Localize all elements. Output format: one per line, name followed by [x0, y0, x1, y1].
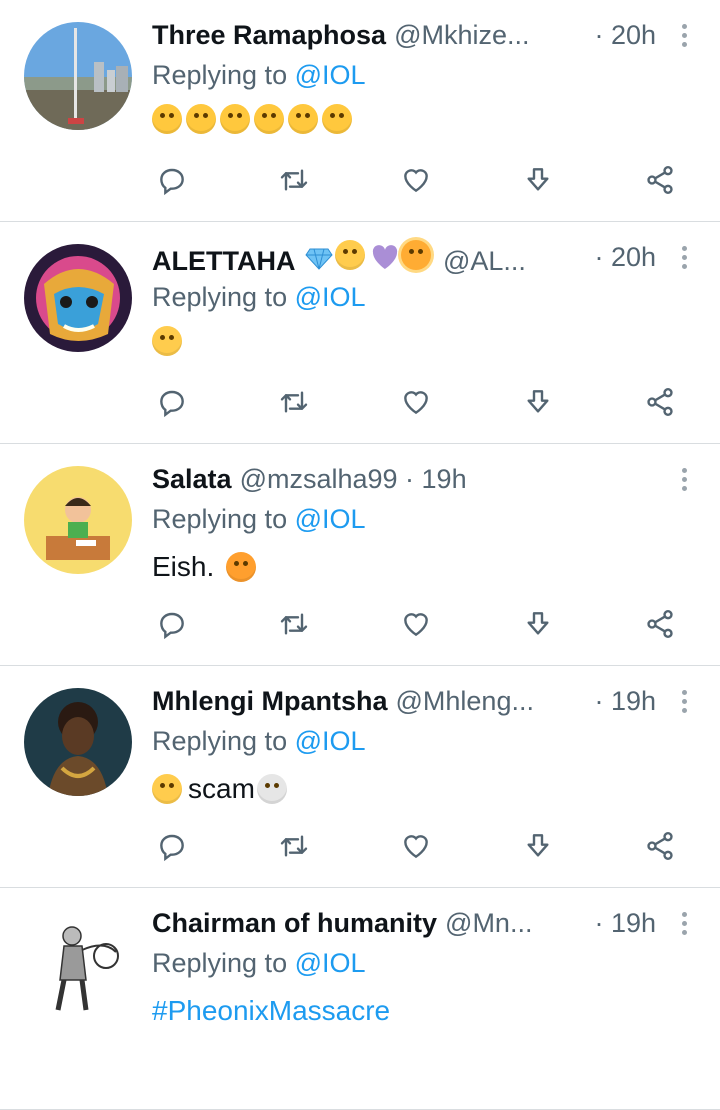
username[interactable]: @Mhleng... — [396, 686, 534, 716]
rolling-on-floor-laughing-icon — [288, 104, 318, 134]
tweet-body: scam — [152, 770, 291, 808]
tweet-actions — [152, 384, 680, 420]
retweet-icon[interactable] — [274, 606, 314, 642]
tweet[interactable]: Mhlengi Mpantsha @Mhleng... · 19h Replyin… — [0, 666, 720, 888]
tweet-body: #PheonixMassacre — [152, 992, 390, 1030]
tweet-actions — [152, 828, 680, 864]
tweet-header: ALETTAHA @AL... — [152, 240, 660, 276]
more-vertical-icon[interactable] — [676, 18, 692, 52]
more-vertical-icon[interactable] — [676, 462, 692, 496]
tweet-text: scam — [188, 773, 255, 804]
replying-to: Replying to @IOL — [152, 280, 366, 314]
avatar[interactable] — [24, 244, 132, 352]
share-icon[interactable] — [640, 606, 680, 642]
share-icon[interactable] — [640, 384, 680, 420]
tweet-body — [152, 104, 356, 134]
like-icon[interactable] — [396, 162, 436, 198]
username[interactable]: @AL... — [443, 246, 526, 276]
loudly-crying-face-icon — [152, 774, 182, 804]
display-name[interactable]: ALETTAHA — [152, 246, 295, 276]
mention-link[interactable]: @IOL — [295, 504, 366, 534]
rolling-on-floor-laughing-icon — [152, 104, 182, 134]
download-icon[interactable] — [518, 162, 558, 198]
timestamp[interactable]: · 20h — [594, 240, 656, 274]
tweet[interactable]: Three Ramaphosa @Mkhize... · 20h Replying… — [0, 0, 720, 222]
retweet-icon[interactable] — [274, 162, 314, 198]
username[interactable]: @Mn... — [445, 908, 532, 938]
flushed-face-icon — [152, 326, 182, 356]
display-name[interactable]: Chairman of humanity — [152, 908, 437, 938]
timestamp[interactable]: · 20h — [594, 18, 656, 52]
hugging-face-icon — [335, 240, 365, 270]
replying-to-label: Replying to — [152, 60, 288, 90]
mention-link[interactable]: @IOL — [295, 948, 366, 978]
reply-icon[interactable] — [152, 606, 192, 642]
sun-with-face-icon — [401, 240, 431, 270]
tweet-body — [152, 326, 186, 356]
display-name[interactable]: Three Ramaphosa — [152, 20, 386, 50]
gem-icon — [305, 248, 333, 270]
like-icon[interactable] — [396, 828, 436, 864]
replying-to-label: Replying to — [152, 948, 288, 978]
retweet-icon[interactable] — [274, 384, 314, 420]
share-icon[interactable] — [640, 828, 680, 864]
like-icon[interactable] — [396, 384, 436, 420]
tweet-text: Eish. — [152, 551, 215, 582]
tweet-actions — [152, 162, 680, 198]
face-with-hand-over-mouth-icon — [226, 552, 257, 582]
download-icon[interactable] — [518, 384, 558, 420]
retweet-icon[interactable] — [274, 828, 314, 864]
replying-to: Replying to @IOL — [152, 502, 366, 536]
username[interactable]: @mzsalha99 · 19h — [240, 464, 467, 494]
display-name[interactable]: Mhlengi Mpantsha — [152, 686, 388, 716]
tweet[interactable]: Salata @mzsalha99 · 19h Replying to @IOL … — [0, 444, 720, 666]
avatar[interactable] — [24, 466, 132, 574]
timestamp[interactable]: · 19h — [594, 906, 656, 940]
tweet[interactable]: ALETTAHA @AL... · 20h Replying to @IOL — [0, 222, 720, 444]
more-vertical-icon[interactable] — [676, 684, 692, 718]
like-icon[interactable] — [396, 606, 436, 642]
tweet[interactable]: Chairman of humanity @Mn... · 19h Replyin… — [0, 888, 720, 1110]
more-vertical-icon[interactable] — [676, 906, 692, 940]
username[interactable]: @Mkhize... — [394, 20, 529, 50]
replying-to-label: Replying to — [152, 726, 288, 756]
reply-icon[interactable] — [152, 162, 192, 198]
mention-link[interactable]: @IOL — [295, 282, 366, 312]
reply-icon[interactable] — [152, 384, 192, 420]
tweet-body: Eish. — [152, 548, 260, 586]
tweet-header: Mhlengi Mpantsha @Mhleng... — [152, 684, 660, 718]
purple-heart-icon — [372, 245, 398, 269]
tweet-header: Salata @mzsalha99 · 19h — [152, 462, 660, 496]
hashtag-link[interactable]: #PheonixMassacre — [152, 992, 390, 1030]
share-icon[interactable] — [640, 162, 680, 198]
timestamp[interactable]: · 19h — [594, 684, 656, 718]
download-icon[interactable] — [518, 606, 558, 642]
avatar[interactable] — [24, 688, 132, 796]
replying-to-label: Replying to — [152, 504, 288, 534]
mention-link[interactable]: @IOL — [295, 60, 366, 90]
rolling-on-floor-laughing-icon — [220, 104, 250, 134]
avatar[interactable] — [24, 22, 132, 130]
skull-icon — [256, 774, 287, 804]
tweet-actions — [152, 606, 680, 642]
mention-link[interactable]: @IOL — [295, 726, 366, 756]
tweet-header: Three Ramaphosa @Mkhize... — [152, 18, 660, 52]
more-vertical-icon[interactable] — [676, 240, 692, 274]
rolling-on-floor-laughing-icon — [186, 104, 216, 134]
reply-icon[interactable] — [152, 828, 192, 864]
display-name[interactable]: Salata — [152, 464, 232, 494]
rolling-on-floor-laughing-icon — [254, 104, 284, 134]
replying-to: Replying to @IOL — [152, 946, 366, 980]
download-icon[interactable] — [518, 828, 558, 864]
replying-to-label: Replying to — [152, 282, 288, 312]
replying-to: Replying to @IOL — [152, 724, 366, 758]
rolling-on-floor-laughing-icon — [322, 104, 352, 134]
replying-to: Replying to @IOL — [152, 58, 366, 92]
avatar[interactable] — [24, 910, 132, 1018]
tweet-header: Chairman of humanity @Mn... — [152, 906, 660, 940]
